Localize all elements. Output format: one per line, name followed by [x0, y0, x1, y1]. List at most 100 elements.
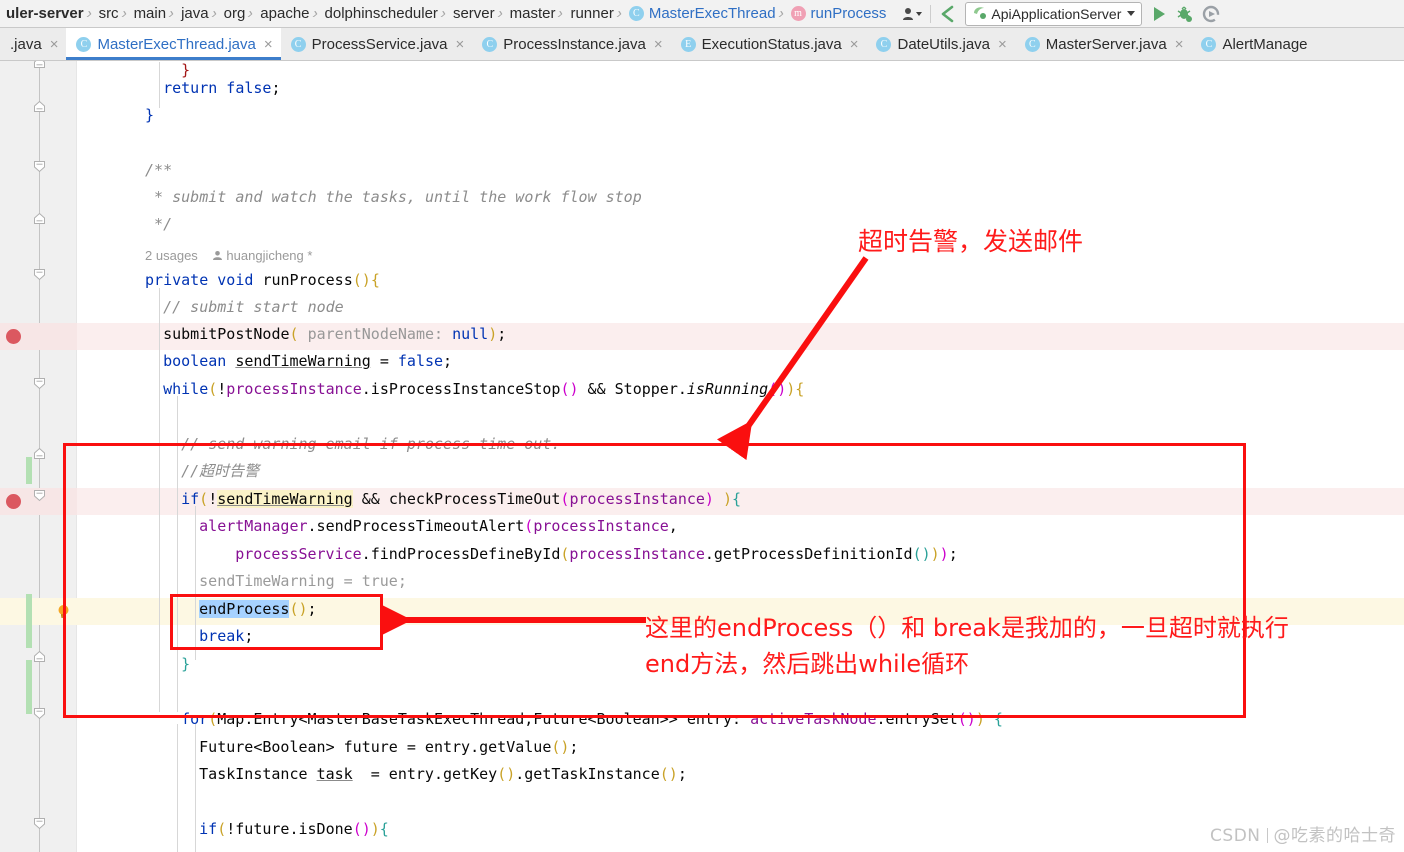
code-line[interactable]: submitPostNode( parentNodeName: null); — [163, 321, 506, 348]
toolbar-divider — [930, 4, 932, 23]
breadcrumb-item-server[interactable]: server — [447, 0, 497, 28]
fold-collapse-icon[interactable] — [33, 707, 46, 720]
code-line[interactable]: while(!processInstance.isProcessInstance… — [163, 376, 804, 403]
code-content[interactable]: } return false;} /** * submit and watch th… — [77, 61, 1404, 852]
breadcrumb-item-org[interactable]: org — [218, 0, 248, 28]
breadcrumb-label: org — [223, 5, 246, 22]
vcs-change-marker[interactable] — [26, 594, 32, 648]
editor-tab-processinstance-java[interactable]: C ProcessInstance.java × — [472, 28, 670, 60]
close-icon[interactable]: × — [850, 36, 859, 53]
file-type-badge-icon: C — [290, 36, 306, 52]
fold-collapse-icon[interactable] — [33, 489, 46, 502]
file-type-badge-icon: C — [482, 36, 498, 52]
editor-tab-masterexecthread-java[interactable]: C MasterExecThread.java × — [66, 28, 281, 60]
chevron-down-icon[interactable] — [1127, 11, 1136, 16]
code-line[interactable]: if(!sendTimeWarning && checkProcessTimeO… — [181, 486, 741, 513]
code-line[interactable]: // send warning email if process time ou… — [181, 431, 560, 458]
code-token: ) — [930, 545, 940, 563]
user-dropdown-icon[interactable] — [900, 1, 926, 27]
code-line[interactable]: // submit start node — [163, 294, 344, 321]
code-token: { — [379, 820, 389, 838]
editor-tab--java[interactable]: .java × — [0, 28, 66, 60]
code-line[interactable]: return false; — [163, 75, 280, 102]
editor-tab-processservice-java[interactable]: C ProcessService.java × — [281, 28, 473, 60]
vcs-change-marker[interactable] — [26, 457, 32, 484]
code-token: ; — [569, 738, 579, 756]
code-line[interactable]: for(Map.Entry<MasterBaseTaskExecThread,F… — [181, 706, 1003, 733]
code-line[interactable]: processService.findProcessDefineById(pro… — [235, 541, 958, 568]
fold-expand-icon[interactable] — [33, 61, 46, 69]
back-arrow-icon[interactable] — [935, 1, 961, 27]
editor-tab-label: ProcessService.java — [311, 35, 448, 53]
code-token: ! — [217, 380, 227, 398]
breadcrumb-item-masterexecthread[interactable]: C MasterExecThread — [623, 0, 778, 28]
code-token: .findProcessDefineById — [361, 545, 561, 563]
breadcrumb-item-java[interactable]: java — [175, 0, 211, 28]
breadcrumb-item-runner[interactable]: runner — [564, 0, 615, 28]
breadcrumb-item-dolphinscheduler[interactable]: dolphinscheduler — [319, 0, 440, 28]
code-line[interactable]: alertManager.sendProcessTimeoutAlert(pro… — [199, 513, 678, 540]
close-icon[interactable]: × — [456, 36, 465, 53]
editor-tab-dateutils-java[interactable]: C DateUtils.java × — [866, 28, 1014, 60]
editor-tab-label: MasterServer.java — [1045, 35, 1167, 53]
vcs-change-marker[interactable] — [26, 660, 32, 714]
code-token: ; — [307, 600, 317, 618]
code-line[interactable]: break; — [199, 623, 253, 650]
breadcrumb-item-uler-server[interactable]: uler-server — [0, 0, 86, 28]
editor-tab-executionstatus-java[interactable]: E ExecutionStatus.java × — [671, 28, 867, 60]
breadcrumb-label: java — [181, 5, 209, 22]
breadcrumb-item-src[interactable]: src — [93, 0, 121, 28]
editor-tab-label: ProcessInstance.java — [503, 35, 646, 53]
code-editor[interactable]: } return false;} /** * submit and watch th… — [0, 61, 1404, 852]
code-line[interactable]: boolean sendTimeWarning = false; — [163, 348, 452, 375]
code-line[interactable]: endProcess(); — [199, 596, 317, 623]
run-with-coverage-icon[interactable] — [1198, 1, 1224, 27]
fold-collapse-icon[interactable] — [33, 160, 46, 173]
code-token: ) — [370, 820, 380, 838]
debug-icon[interactable] — [1172, 1, 1198, 27]
fold-expand-icon[interactable] — [33, 100, 46, 113]
breadcrumb-item-apache[interactable]: apache — [254, 0, 311, 28]
fold-expand-icon[interactable] — [33, 650, 46, 663]
fold-expand-icon[interactable] — [33, 447, 46, 460]
breakpoint-icon[interactable] — [6, 329, 21, 344]
code-line[interactable]: } — [145, 102, 154, 129]
code-line[interactable]: sendTimeWarning = true; — [199, 568, 407, 595]
code-line[interactable]: } — [181, 651, 190, 678]
editor-tab-alertmanage[interactable]: C AlertManage — [1191, 28, 1315, 60]
editor-tab-masterserver-java[interactable]: C MasterServer.java × — [1015, 28, 1192, 60]
code-line[interactable]: //超时告警 — [181, 458, 259, 485]
breadcrumb-item-main[interactable]: main — [128, 0, 169, 28]
code-token: () — [497, 765, 516, 783]
watermark: CSDN @吃素的哈士奇 — [1210, 821, 1396, 846]
fold-collapse-icon[interactable] — [33, 377, 46, 390]
close-icon[interactable]: × — [998, 36, 1007, 53]
close-icon[interactable]: × — [264, 36, 273, 53]
fold-expand-icon[interactable] — [33, 212, 46, 225]
breadcrumb-item-master[interactable]: master — [504, 0, 558, 28]
run-configuration-selector[interactable]: ApiApplicationServer — [965, 1, 1143, 26]
code-line[interactable]: if(!future.isDone()){ — [199, 816, 389, 843]
code-token: .isProcessInstanceStop — [361, 380, 561, 398]
fold-collapse-icon[interactable] — [33, 817, 46, 830]
run-icon[interactable] — [1146, 1, 1172, 27]
code-line[interactable]: TaskInstance task = entry.getKey().getTa… — [199, 761, 687, 788]
code-line[interactable]: private void runProcess(){ — [145, 267, 380, 294]
fold-collapse-icon[interactable] — [33, 268, 46, 281]
close-icon[interactable]: × — [654, 36, 663, 53]
run-configuration-name: ApiApplicationServer — [991, 5, 1122, 22]
code-vision-hint[interactable]: 2 usages huangjicheng * — [145, 245, 312, 267]
close-icon[interactable]: × — [1175, 36, 1184, 53]
code-line[interactable]: * submit and watch the tasks, until the … — [145, 184, 642, 211]
usages-hint[interactable]: 2 usages — [145, 248, 198, 263]
code-line[interactable]: Future<Boolean> future = entry.getValue(… — [199, 734, 578, 761]
code-line[interactable]: */ — [145, 211, 172, 238]
code-token: () — [912, 545, 931, 563]
code-token: processInstance — [569, 545, 705, 563]
breadcrumb-item-runprocess[interactable]: m runProcess — [785, 0, 889, 28]
author-hint[interactable]: huangjicheng * — [226, 248, 312, 263]
breakpoint-icon[interactable] — [6, 494, 21, 509]
code-line[interactable]: /** — [145, 157, 172, 184]
close-icon[interactable]: × — [50, 36, 59, 53]
intention-bulb-icon[interactable] — [57, 604, 70, 619]
